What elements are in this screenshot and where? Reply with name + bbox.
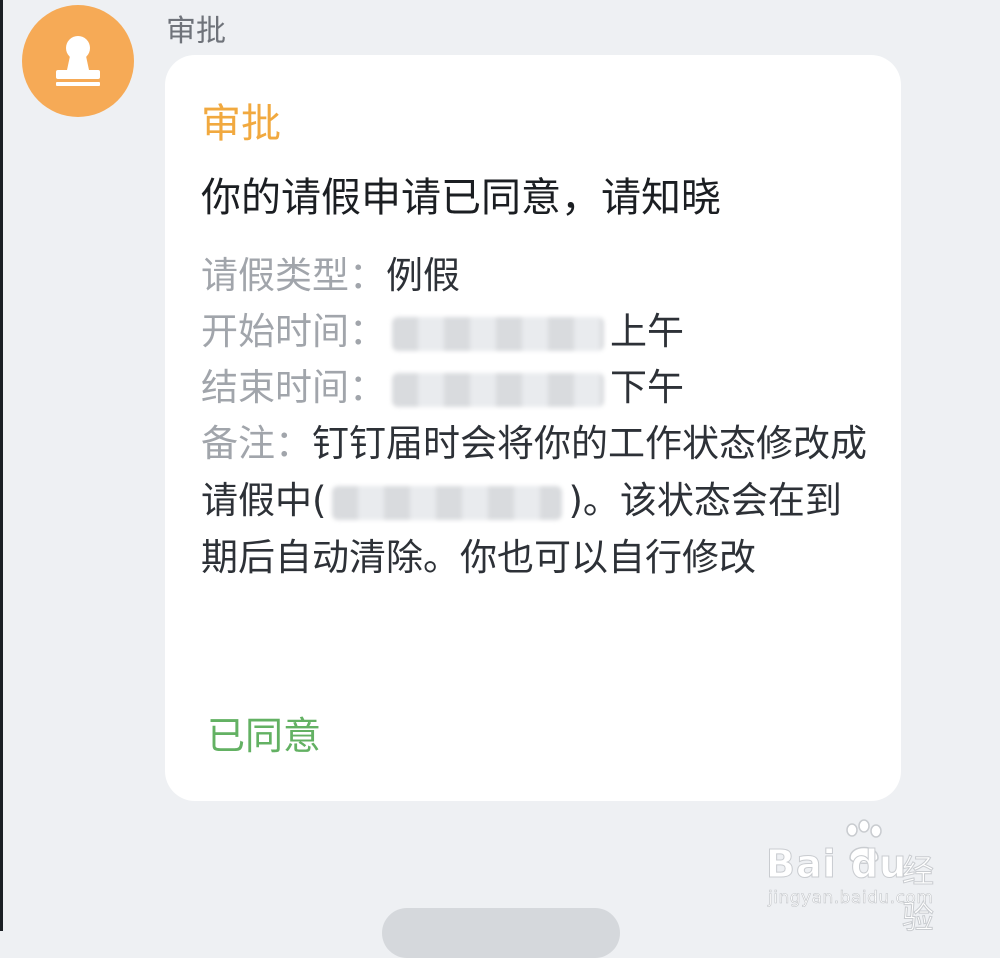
watermark-logo-text: Bai du: [765, 842, 908, 887]
end-time-value: 下午: [610, 366, 684, 409]
leave-type-label: 请假类型：: [201, 254, 386, 297]
approval-status: 已同意: [207, 714, 322, 758]
leave-type-row: 请假类型：例假: [201, 245, 460, 299]
card-headline: 你的请假申请已同意，请知晓: [201, 175, 721, 221]
start-time-value: 上午: [610, 310, 684, 353]
redacted-date: [392, 316, 604, 351]
note-block: 备注：钉钉届时会将你的工作状态修改成 请假中()。该状态会在到期后自动清除。你也…: [201, 415, 871, 586]
end-time-label: 结束时间：: [201, 366, 386, 409]
end-time-row: 结束时间： 下午: [201, 357, 684, 411]
leave-type-value: 例假: [386, 254, 460, 297]
start-time-label: 开始时间：: [201, 310, 386, 353]
baidu-jingyan-watermark: Bai du 经验 jingyan.baidu.com: [765, 818, 956, 937]
approval-message-card[interactable]: 审批 你的请假申请已同意，请知晓 请假类型：例假 开始时间： 上午 结束时间： 下午…: [165, 55, 901, 801]
note-label: 备注：: [201, 422, 312, 465]
approval-avatar[interactable]: [22, 5, 134, 117]
redacted-date: [392, 372, 604, 407]
card-title: 审批: [201, 101, 281, 147]
stamp-icon: [56, 36, 100, 86]
start-time-row: 开始时间： 上午: [201, 301, 684, 355]
watermark-url: jingyan.baidu.com: [768, 888, 934, 909]
sender-name: 审批: [166, 14, 226, 49]
timestamp-pill: [382, 908, 620, 958]
redacted-period: [332, 485, 563, 520]
window-edge: [0, 0, 3, 931]
